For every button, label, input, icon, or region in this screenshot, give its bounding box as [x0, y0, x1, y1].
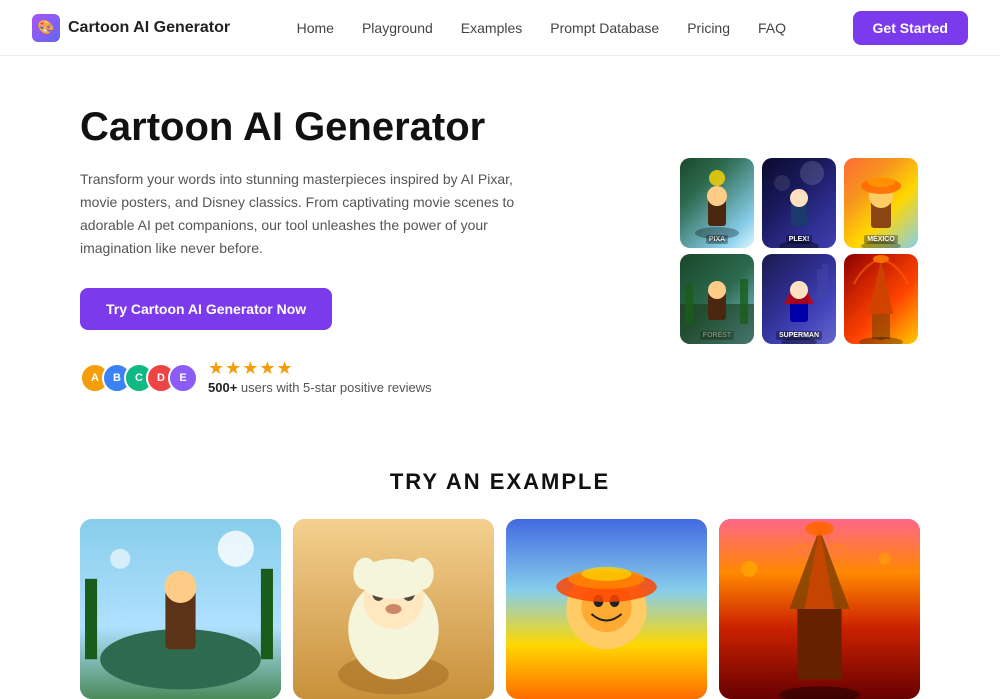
hero-img-scene [680, 254, 754, 344]
hero-grid-image-4: FOREST [680, 254, 754, 344]
hero-image-grid: PIXA PLEX! [680, 158, 920, 344]
hero-cta-button[interactable]: Try Cartoon AI Generator Now [80, 288, 332, 330]
hero-left: Cartoon AI Generator Transform your word… [80, 104, 540, 397]
card-illustration-1 [80, 519, 281, 699]
hero-title: Cartoon AI Generator [80, 104, 540, 150]
nav-home[interactable]: Home [297, 20, 334, 36]
avatar-group: A B C D E [80, 363, 198, 393]
social-proof: A B C D E ★★★★★ 500+ users with 5-star p… [80, 358, 540, 397]
navbar: 🎨 Cartoon AI Generator Home Playground E… [0, 0, 1000, 56]
hero-section: Cartoon AI Generator Transform your word… [0, 56, 1000, 429]
get-started-button[interactable]: Get Started [853, 11, 968, 45]
card-scene-2 [293, 519, 494, 699]
hero-grid-image-6 [844, 254, 918, 344]
nav-playground[interactable]: Playground [362, 20, 433, 36]
hero-description: Transform your words into stunning maste… [80, 168, 540, 260]
review-info: ★★★★★ 500+ users with 5-star positive re… [208, 358, 432, 397]
card-scene-3 [506, 519, 707, 699]
card-illustration-2 [293, 519, 494, 699]
nav-prompt-database[interactable]: Prompt Database [550, 20, 659, 36]
star-rating: ★★★★★ [208, 358, 432, 379]
card-scene-4 [719, 519, 920, 699]
hero-grid-image-1: PIXA [680, 158, 754, 248]
card-illustration-3 [506, 519, 707, 699]
example-card-4[interactable]: Disney Pixar RONDALE [719, 519, 920, 699]
hero-grid-image-5: SUPERMAN [762, 254, 836, 344]
hero-img-scene [844, 158, 918, 248]
logo[interactable]: 🎨 Cartoon AI Generator [32, 14, 230, 42]
hero-img-scene [762, 158, 836, 248]
hero-img-scene [844, 254, 918, 344]
hero-img-scene [680, 158, 754, 248]
avatar: E [168, 363, 198, 393]
card-illustration-4 [719, 519, 920, 699]
nav-links: Home Playground Examples Prompt Database… [297, 20, 786, 36]
example-grid: Disney Pixar PIONAUT [80, 519, 920, 699]
card-scene-1 [80, 519, 281, 699]
logo-text: Cartoon AI Generator [68, 19, 230, 37]
nav-pricing[interactable]: Pricing [687, 20, 730, 36]
hero-grid-image-3: MÉXICO [844, 158, 918, 248]
hero-grid-image-2: PLEX! [762, 158, 836, 248]
try-example-title: TRY AN EXAMPLE [80, 469, 920, 495]
logo-icon: 🎨 [32, 14, 60, 42]
nav-examples[interactable]: Examples [461, 20, 522, 36]
try-example-section: TRY AN EXAMPLE [0, 429, 1000, 699]
nav-faq[interactable]: FAQ [758, 20, 786, 36]
review-text: 500+ users with 5-star positive reviews [208, 380, 432, 395]
example-card-1[interactable]: Disney Pixar PIONAUT [80, 519, 281, 699]
hero-img-scene [762, 254, 836, 344]
example-card-3[interactable]: Disney Pixar MEXICCO [506, 519, 707, 699]
example-card-2[interactable]: Disney Pixar PIOTUX [293, 519, 494, 699]
